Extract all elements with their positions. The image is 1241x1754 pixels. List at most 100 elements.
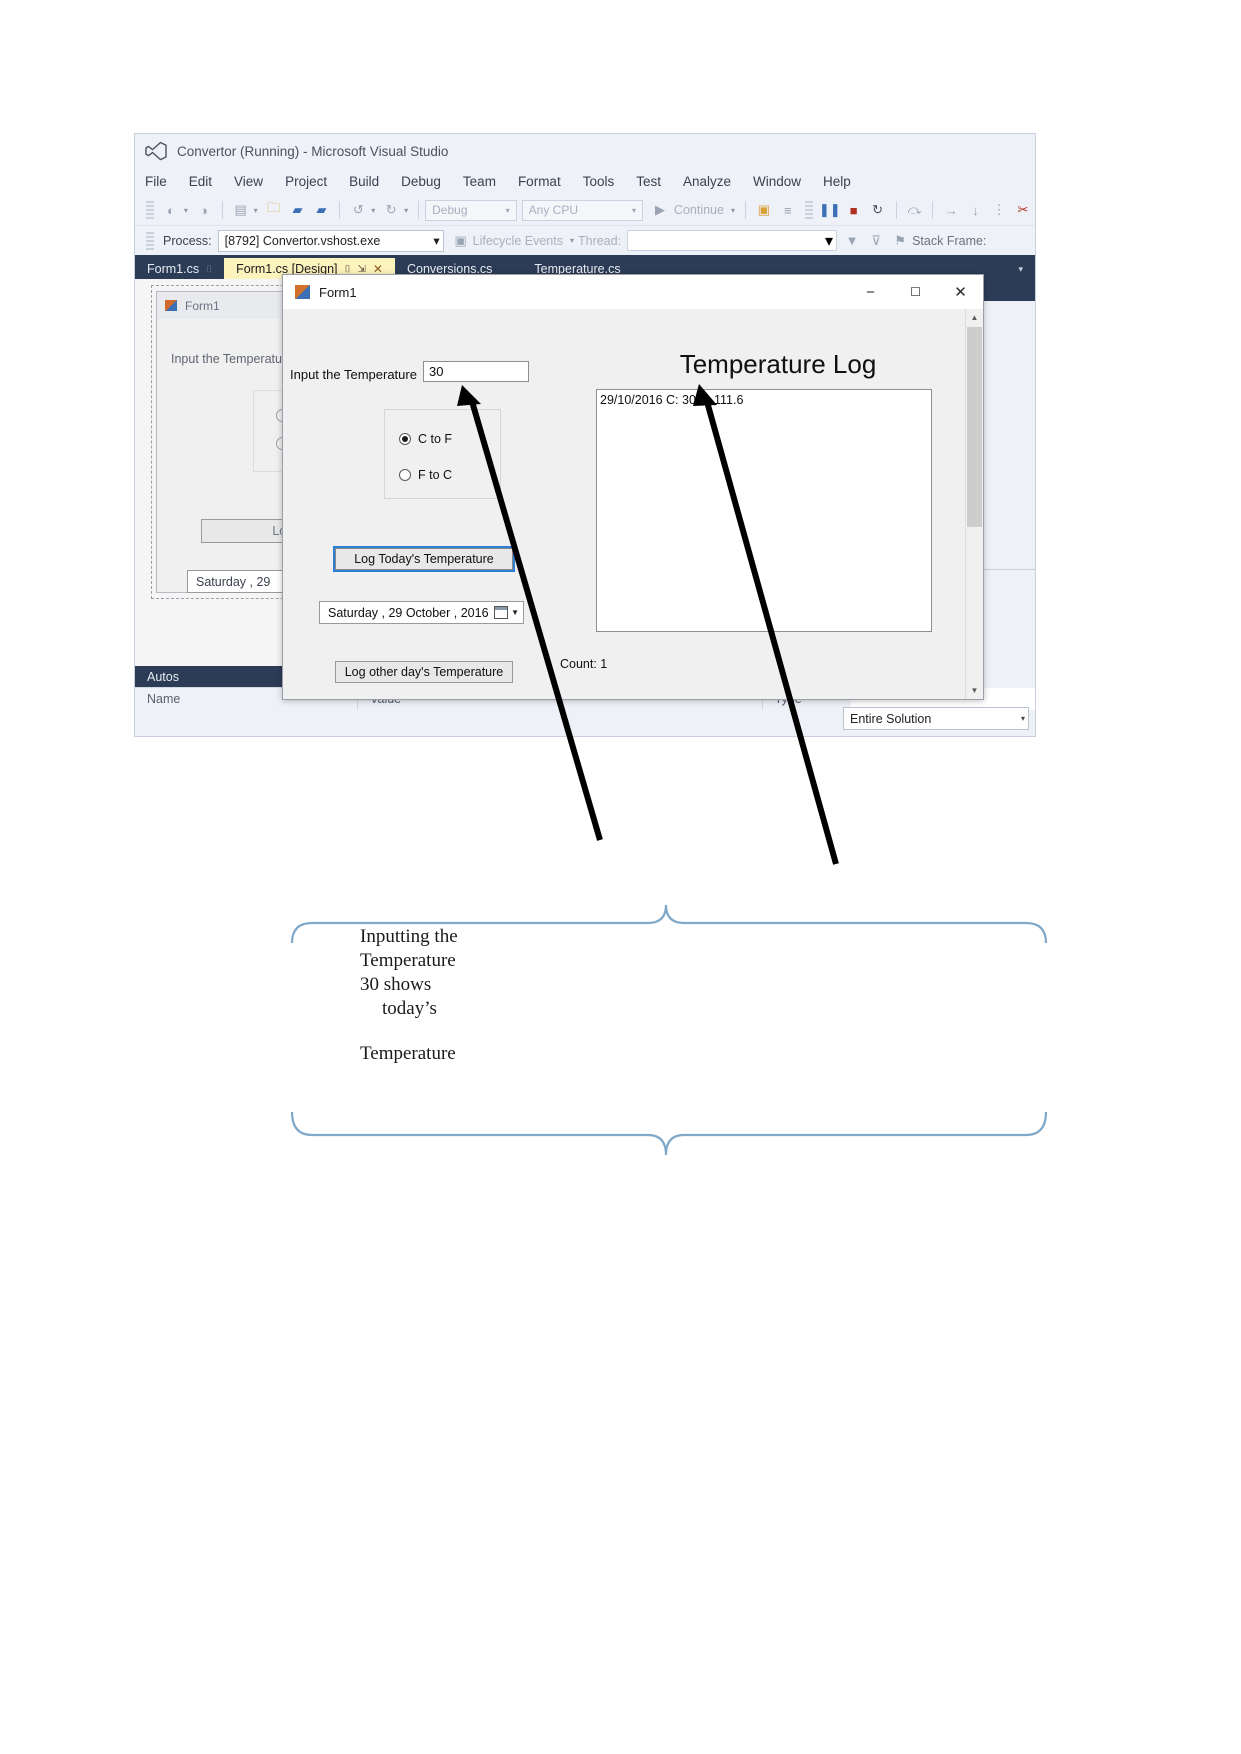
- unpin-icon[interactable]: ⇲: [358, 264, 366, 275]
- toolbar-grip[interactable]: [146, 201, 154, 219]
- menu-tools[interactable]: Tools: [583, 174, 615, 189]
- navigate-forward-icon[interactable]: ◑: [195, 201, 213, 219]
- form1-title-bar[interactable]: Form1 − ☐ ✕: [283, 275, 983, 309]
- toolbar-separator: [221, 201, 223, 219]
- menu-test[interactable]: Test: [636, 174, 661, 189]
- menu-project[interactable]: Project: [285, 174, 327, 189]
- menu-file[interactable]: File: [145, 174, 167, 189]
- stop-icon[interactable]: ■: [845, 201, 863, 219]
- date-picker-value: Saturday , 29 October , 2016: [328, 605, 489, 620]
- chevron-down-icon-date[interactable]: ▼: [511, 608, 519, 617]
- continue-button[interactable]: Continue: [674, 203, 724, 217]
- toolbar-grip-2[interactable]: [804, 201, 813, 219]
- unfilter-icon[interactable]: ⊽: [867, 232, 885, 250]
- debug-toolbar-grip[interactable]: [146, 231, 154, 250]
- step-into-icon[interactable]: →: [942, 201, 960, 219]
- toolbar-separator-5: [895, 201, 897, 219]
- temperature-log-listbox[interactable]: 29/10/2016 C: 30 F: 111.6: [596, 389, 932, 632]
- thread-label: Thread:: [577, 233, 622, 248]
- vs-debug-location-toolbar[interactable]: Process: [8792] Convertor.vshost.exe ▾ ▣…: [135, 226, 1035, 258]
- step-over-icon[interactable]: ⤼: [906, 201, 924, 219]
- scrollbar-thumb[interactable]: [967, 327, 982, 527]
- navigate-back-caret-icon[interactable]: ▾: [184, 206, 188, 215]
- new-item-caret-icon[interactable]: ▾: [254, 206, 258, 215]
- close-icon[interactable]: ✕: [938, 275, 983, 309]
- flag-icon[interactable]: ⚑: [891, 232, 909, 250]
- lifecycle-events-icon[interactable]: ▣: [452, 232, 470, 250]
- radio-option-c-to-f[interactable]: C to F: [399, 432, 452, 446]
- save-all-icon[interactable]: ▰: [312, 201, 330, 219]
- chevron-down-icon-5: ▾: [1020, 714, 1025, 723]
- menu-format[interactable]: Format: [518, 174, 561, 189]
- chevron-down-icon-2: ▾: [632, 205, 637, 215]
- lifecycle-events-label[interactable]: Lifecycle Events: [473, 234, 563, 248]
- winforms-app-icon-designer: [165, 300, 177, 311]
- date-picker[interactable]: Saturday , 29 October , 2016 ▼: [319, 601, 524, 624]
- list-item[interactable]: 29/10/2016 C: 30 F: 111.6: [597, 390, 931, 407]
- menu-edit[interactable]: Edit: [189, 174, 212, 189]
- pin-icon[interactable]: ⌷: [206, 264, 212, 275]
- radio-option-f-to-c[interactable]: F to C: [399, 468, 452, 482]
- new-item-icon[interactable]: ▤: [232, 201, 250, 219]
- menu-help[interactable]: Help: [823, 174, 851, 189]
- caption-line-5: Temperature: [360, 1042, 456, 1064]
- menu-build[interactable]: Build: [349, 174, 379, 189]
- scroll-down-arrow-icon[interactable]: ▼: [966, 682, 983, 699]
- log-other-day-temperature-button[interactable]: Log other day's Temperature: [335, 661, 513, 683]
- menu-window[interactable]: Window: [753, 174, 801, 189]
- minimize-icon[interactable]: −: [848, 275, 893, 309]
- menu-team[interactable]: Team: [463, 174, 496, 189]
- vs-standard-toolbar[interactable]: ◐ ▾ ◑ ▤ ▾ 🗀 ▰ ▰ ↺ ▾ ↻ ▾ Debug ▾ Any CPU …: [135, 195, 1035, 226]
- solution-config-combo[interactable]: Debug ▾: [425, 199, 517, 221]
- temperature-log-title: Temperature Log: [679, 349, 877, 379]
- chevron-down-icon: ▾: [505, 205, 510, 215]
- maximize-icon[interactable]: ☐: [893, 275, 938, 309]
- process-combo-value: [8792] Convertor.vshost.exe: [224, 233, 381, 248]
- step-more-icon[interactable]: ⋮: [990, 201, 1008, 219]
- platform-combo[interactable]: Any CPU ▾: [521, 199, 644, 221]
- pin-icon-2[interactable]: ⌷: [345, 264, 351, 275]
- undo-icon[interactable]: ↺: [349, 201, 367, 219]
- calendar-icon[interactable]: [494, 606, 509, 619]
- redo-caret-icon[interactable]: ▾: [404, 206, 408, 215]
- lifecycle-caret-icon[interactable]: ▾: [570, 236, 574, 245]
- redo-icon[interactable]: ↻: [382, 201, 400, 219]
- thread-combo[interactable]: ▾: [627, 230, 838, 251]
- undo-caret-icon[interactable]: ▾: [371, 206, 375, 215]
- visual-studio-logo-icon: [145, 141, 167, 161]
- winforms-app-icon: [295, 285, 310, 299]
- menu-analyze[interactable]: Analyze: [683, 174, 731, 189]
- scroll-up-arrow-icon[interactable]: ▲: [966, 309, 983, 326]
- curly-brace-bottom-icon: [290, 1111, 1048, 1156]
- menu-view[interactable]: View: [234, 174, 263, 189]
- breakpoint-window-icon[interactable]: ▣: [755, 201, 773, 219]
- scope-combo[interactable]: Entire Solution ▾: [843, 707, 1029, 730]
- menu-debug[interactable]: Debug: [401, 174, 441, 189]
- open-file-icon[interactable]: 🗀: [265, 200, 283, 219]
- tab-overflow-icon[interactable]: ▾: [1010, 264, 1031, 275]
- start-debug-icon[interactable]: ▶: [651, 201, 669, 219]
- form1-vertical-scrollbar[interactable]: ▲ ▼: [965, 309, 983, 699]
- temperature-input[interactable]: 30: [423, 361, 529, 382]
- breakpoint-options-icon[interactable]: ≡: [779, 201, 797, 219]
- tab-overflow-area[interactable]: ▾: [1010, 258, 1035, 280]
- tab-form1-cs[interactable]: Form1.cs ⌷: [135, 258, 224, 280]
- navigate-back-icon[interactable]: ◐: [162, 201, 180, 219]
- radio-c-to-f-icon[interactable]: [399, 433, 411, 445]
- step-out-icon[interactable]: ↓: [966, 201, 984, 219]
- form1-app-window[interactable]: Form1 − ☐ ✕ Input the Temperature 30 C t…: [282, 274, 984, 700]
- save-icon[interactable]: ▰: [289, 201, 307, 219]
- debug-settings-icon[interactable]: ✂: [1014, 201, 1032, 219]
- pause-icon[interactable]: ❚❚: [819, 201, 841, 219]
- restart-icon[interactable]: ↻: [869, 201, 887, 219]
- toolbar-separator-2: [339, 201, 341, 219]
- log-today-temperature-button[interactable]: Log Today's Temperature: [333, 546, 515, 572]
- date-picker-controls[interactable]: ▼: [494, 606, 519, 619]
- chevron-down-icon-4: ▾: [825, 232, 834, 250]
- vs-menu-bar[interactable]: File Edit View Project Build Debug Team …: [135, 168, 1035, 195]
- continue-caret-icon[interactable]: ▾: [731, 206, 735, 215]
- radio-f-to-c-icon[interactable]: [399, 469, 411, 481]
- filter-icon[interactable]: ▼: [843, 232, 861, 250]
- process-combo[interactable]: [8792] Convertor.vshost.exe ▾: [217, 229, 444, 252]
- form1-window-controls[interactable]: − ☐ ✕: [848, 275, 983, 309]
